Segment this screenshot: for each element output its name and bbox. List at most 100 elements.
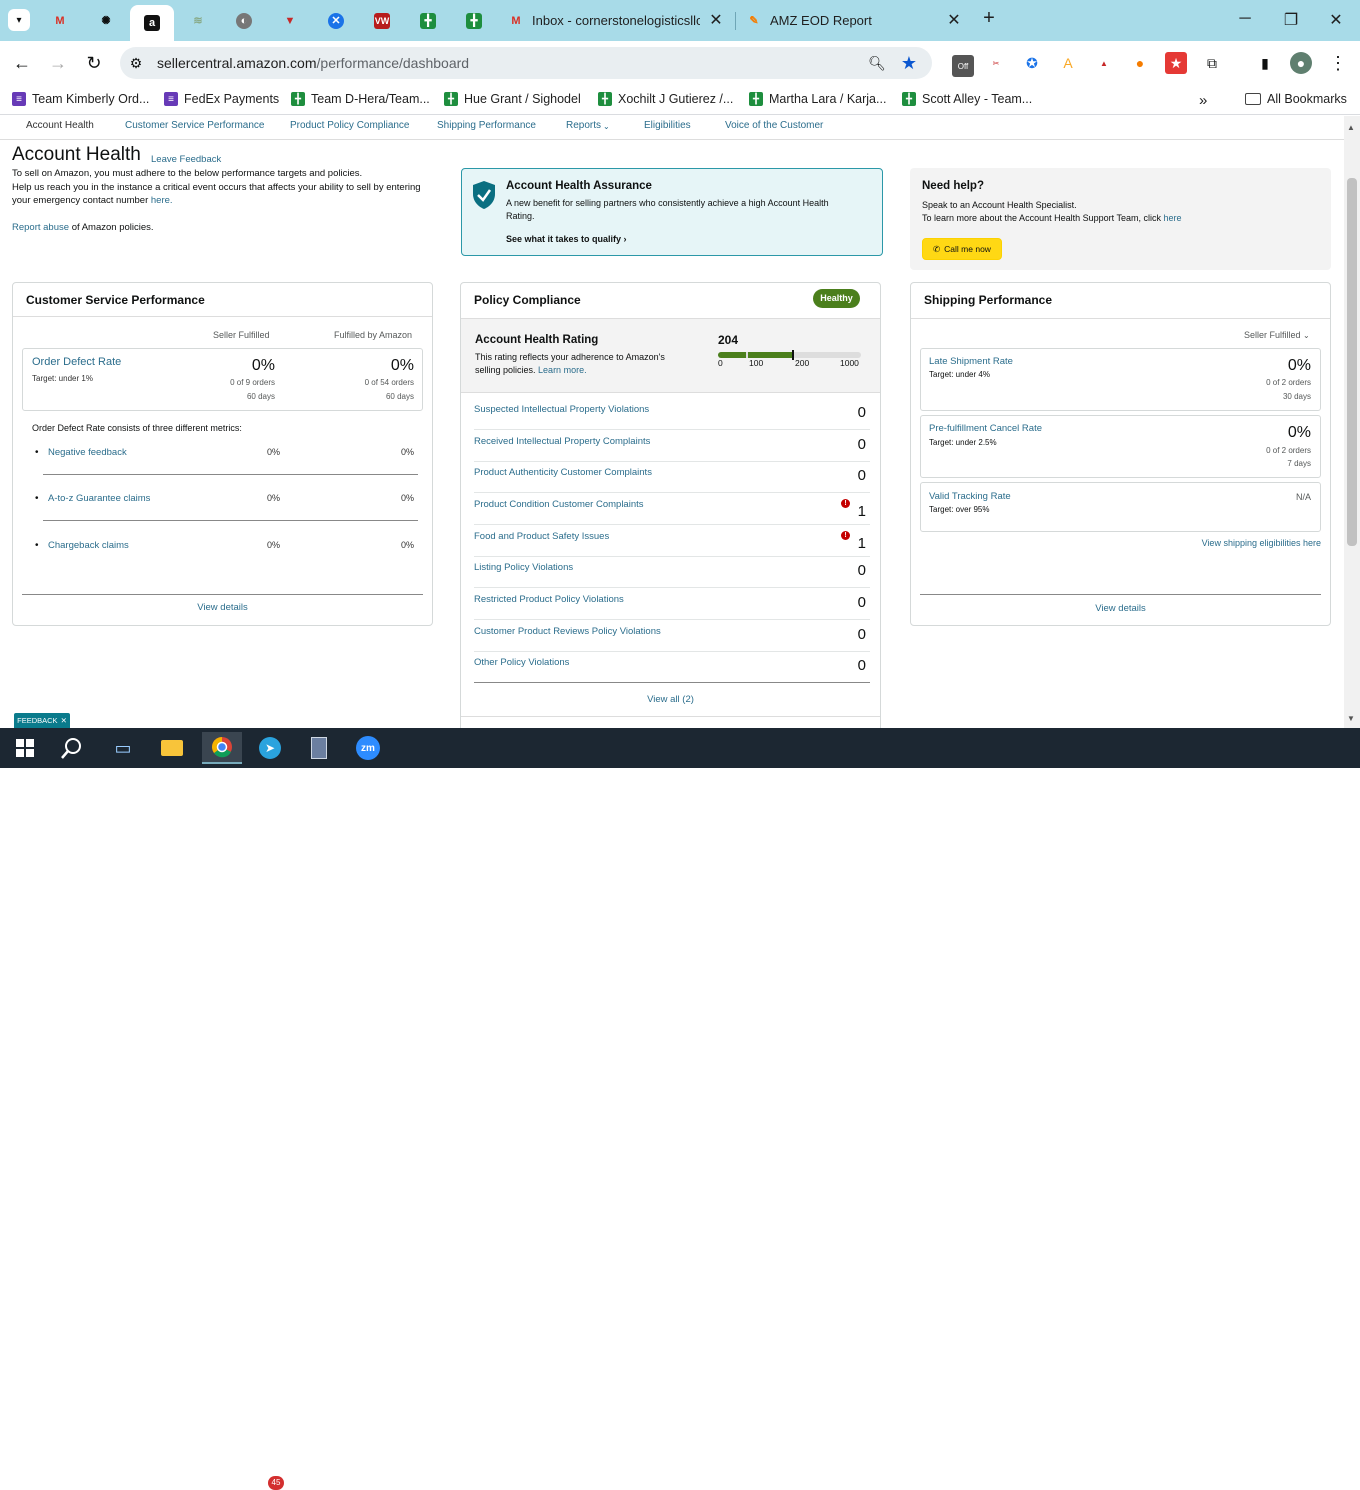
restore-icon[interactable]: ❐	[1281, 10, 1301, 30]
calculator-icon[interactable]	[303, 732, 335, 764]
all-bookmarks[interactable]: All Bookmarks	[1245, 92, 1347, 106]
emergency-contact-link[interactable]: here.	[151, 195, 173, 206]
scroll-up-arrow-icon[interactable]: ▲	[1347, 123, 1355, 132]
tab-sheets-2[interactable]: ╋	[462, 6, 486, 35]
policy-row-label[interactable]: Food and Product Safety Issues	[474, 531, 609, 542]
negative-feedback-link[interactable]: Negative feedback	[48, 447, 127, 458]
bookmark-item[interactable]: ╋ Martha Lara / Karja...	[749, 92, 886, 106]
subnav-customer-service[interactable]: Customer Service Performance	[125, 120, 265, 131]
bookmarks-overflow-icon[interactable]: »	[1199, 92, 1207, 109]
subnav-product-policy[interactable]: Product Policy Compliance	[290, 120, 410, 131]
side-panel-icon[interactable]: ▮	[1254, 52, 1276, 74]
search-icon[interactable]	[56, 732, 88, 764]
bookmark-item[interactable]: ╋ Team D-Hera/Team...	[291, 92, 430, 106]
support-team-link[interactable]: here	[1163, 213, 1181, 223]
tray-chevron-up-icon[interactable]: ︿	[1106, 1466, 1118, 1483]
bookmark-item[interactable]: ╋ Scott Alley - Team...	[902, 92, 1032, 106]
new-tab-icon[interactable]: +	[979, 7, 999, 30]
tab-sheets-1[interactable]: ╋	[416, 6, 440, 35]
leave-feedback-link[interactable]: Leave Feedback	[151, 154, 221, 165]
bookmark-star-icon[interactable]: ★	[898, 52, 920, 74]
late-shipment-link[interactable]: Late Shipment Rate	[929, 356, 1013, 367]
tab-close-icon[interactable]: ✕	[944, 10, 964, 30]
view-all-link[interactable]: View all (2)	[460, 694, 881, 705]
cancel-rate-link[interactable]: Pre-fulfillment Cancel Rate	[929, 423, 1042, 434]
report-abuse-link[interactable]: Report abuse	[12, 222, 69, 233]
tab-generic[interactable]: ≋	[186, 6, 210, 35]
shipping-view-details-link[interactable]: View details	[910, 603, 1331, 614]
reload-icon[interactable]: ↻	[83, 52, 105, 74]
call-me-now-button[interactable]: ✆ Call me now	[922, 238, 1002, 260]
close-icon[interactable]: ✕	[61, 716, 67, 725]
feedback-tab[interactable]: FEEDBACK ✕	[14, 713, 70, 728]
qualify-link[interactable]: See what it takes to qualify ›	[506, 234, 627, 244]
policy-row-label[interactable]: Customer Product Reviews Policy Violatio…	[474, 626, 661, 637]
windows-start-icon[interactable]	[9, 732, 41, 764]
microphone-icon[interactable]: 🎙︎	[1131, 1466, 1148, 1482]
back-icon[interactable]: ←	[11, 52, 33, 74]
tab-gmail[interactable]: M	[48, 6, 72, 35]
policy-row-label[interactable]: Product Condition Customer Complaints	[474, 499, 644, 510]
extension-icon-3[interactable]: A	[1057, 52, 1079, 74]
tab-close-icon[interactable]: ✕	[706, 10, 726, 30]
tab-amazon[interactable]: a	[130, 5, 174, 41]
chargeback-claims-link[interactable]: Chargeback claims	[48, 540, 129, 551]
clock-time[interactable]: 4:20 am	[1238, 1461, 1302, 1473]
chrome-taskbar-icon[interactable]	[202, 732, 242, 764]
bookmark-item[interactable]: ╋ Xochilt J Gutierez /...	[598, 92, 733, 106]
bookmark-item[interactable]: ╋ Hue Grant / Sighodel	[444, 92, 581, 106]
extension-off-icon[interactable]: Off	[952, 55, 974, 77]
policy-row-label[interactable]: Restricted Product Policy Violations	[474, 594, 624, 605]
policy-row-label[interactable]: Other Policy Violations	[474, 657, 569, 668]
subnav-reports[interactable]: Reports	[566, 120, 601, 131]
desktop-app-icon[interactable]: ▭	[107, 732, 139, 764]
forward-icon[interactable]: →	[47, 52, 69, 74]
site-info-icon[interactable]: ⚙	[125, 52, 147, 74]
tab-blue-circle[interactable]: ✕	[324, 6, 348, 35]
policy-row-label[interactable]: Product Authenticity Customer Complaints	[474, 467, 652, 478]
close-window-icon[interactable]: ✕	[1326, 10, 1346, 30]
minimize-icon[interactable]: ─	[1235, 10, 1255, 28]
subnav-account-health[interactable]: Account Health	[26, 120, 94, 131]
csp-view-details-link[interactable]: View details	[0, 602, 445, 613]
subnav-eligibilities[interactable]: Eligibilities	[644, 120, 691, 131]
extension-icon-4[interactable]: ▲	[1093, 52, 1115, 74]
scrollbar-thumb[interactable]	[1347, 178, 1357, 546]
zoom-app-icon[interactable]: zm	[352, 732, 384, 764]
extensions-puzzle-icon[interactable]: ⧉	[1201, 52, 1223, 74]
browser-menu-icon[interactable]: ⋮	[1327, 52, 1349, 74]
extension-icon-6[interactable]: ★	[1165, 52, 1187, 74]
zoom-icon[interactable]: 🔍︎	[866, 52, 888, 74]
mail-app-icon[interactable]: ➤	[254, 732, 286, 764]
tab-red-triangle[interactable]: ▼	[278, 6, 302, 35]
policy-row-label[interactable]: Received Intellectual Property Complaint…	[474, 436, 650, 447]
url-text[interactable]: sellercentral.amazon.com/performance/das…	[157, 55, 469, 71]
tab-search-icon[interactable]: ▾	[8, 9, 30, 31]
notifications-icon[interactable]: ▭	[1318, 1465, 1332, 1483]
file-explorer-icon[interactable]	[156, 732, 188, 764]
volume-icon[interactable]: 🔈︎	[1178, 1466, 1186, 1482]
policy-row-label[interactable]: Suspected Intellectual Property Violatio…	[474, 404, 649, 415]
scroll-down-arrow-icon[interactable]: ▼	[1347, 714, 1355, 723]
bookmark-item[interactable]: ≡ FedEx Payments	[164, 92, 279, 106]
odr-link[interactable]: Order Defect Rate	[32, 356, 121, 368]
tab-globe[interactable]: ◐	[232, 6, 256, 35]
extension-icon-2[interactable]: ✪	[1021, 52, 1043, 74]
profile-avatar-icon[interactable]: ●	[1290, 52, 1312, 74]
atoz-claims-link[interactable]: A-to-z Guarantee claims	[48, 493, 150, 504]
fulfillment-filter-dropdown[interactable]: Seller Fulfilled ⌄	[1244, 330, 1310, 340]
policy-row-label[interactable]: Listing Policy Violations	[474, 562, 573, 573]
learn-more-link[interactable]: Learn more.	[538, 365, 587, 375]
tab-vw[interactable]: VW	[370, 6, 394, 35]
subnav-shipping[interactable]: Shipping Performance	[437, 120, 536, 131]
subnav-voice-of-customer[interactable]: Voice of the Customer	[725, 120, 823, 131]
valid-tracking-link[interactable]: Valid Tracking Rate	[929, 491, 1011, 502]
clock-date[interactable]: 30 Dec 2023	[1236, 1478, 1304, 1490]
shipping-eligibilities-link[interactable]: View shipping eligibilities here	[1120, 538, 1321, 548]
language-indicator[interactable]: ENG	[1204, 1469, 1229, 1481]
extension-icon-1[interactable]: ✂	[985, 52, 1007, 74]
network-icon[interactable]: ▣	[1154, 1466, 1166, 1482]
bookmark-item[interactable]: ≡ Team Kimberly Ord...	[12, 92, 149, 106]
tab-openai[interactable]: ✺	[94, 6, 118, 35]
extension-icon-5[interactable]: ●	[1129, 52, 1151, 74]
